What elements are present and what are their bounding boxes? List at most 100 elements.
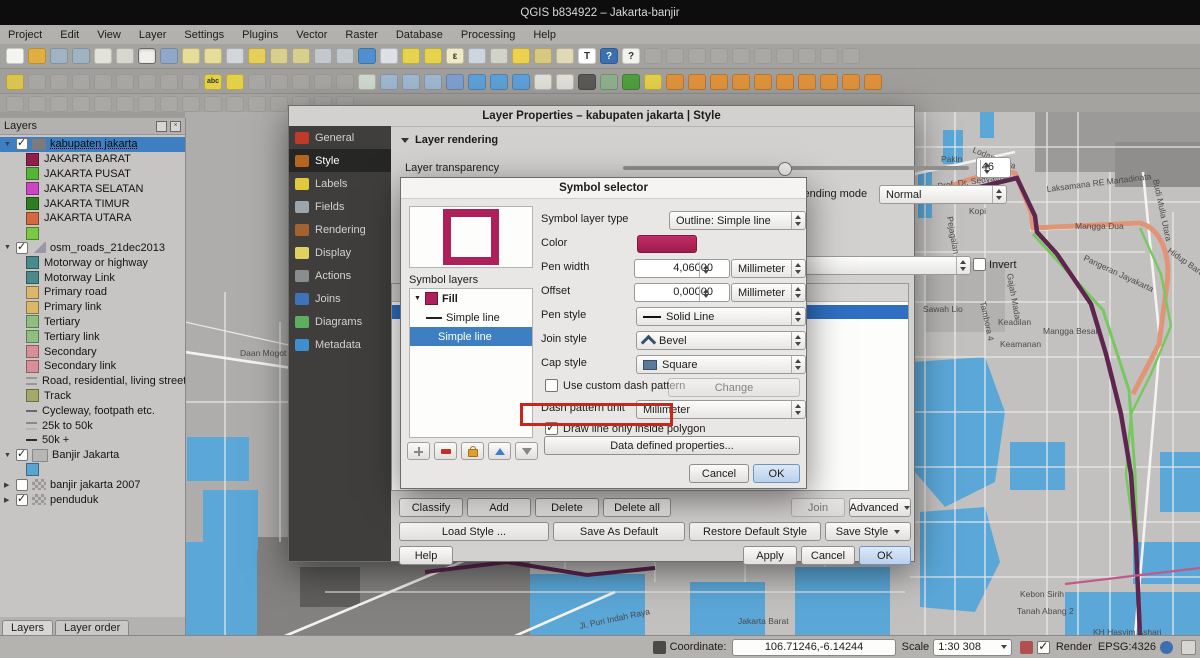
layer-row[interactable]: ▼Banjir Jakarta [0, 448, 185, 463]
attribute-table-icon[interactable] [468, 48, 486, 64]
spinner-arrows[interactable] [791, 332, 805, 349]
show-bookmarks-icon[interactable] [556, 48, 574, 64]
symbol-ok-button[interactable]: OK [753, 464, 800, 483]
labeling-icon[interactable]: abc [204, 74, 222, 90]
layer-checkbox[interactable] [16, 449, 28, 461]
labeling-options-icon[interactable] [226, 74, 244, 90]
spinner-arrows[interactable] [980, 160, 994, 177]
save-as-icon[interactable] [72, 48, 90, 64]
grass-tool-1-icon[interactable] [666, 74, 684, 90]
add-spatialite-layer-icon[interactable] [424, 74, 442, 90]
add-wms-layer-icon[interactable] [468, 74, 486, 90]
add-wfs-layer-icon[interactable] [512, 74, 530, 90]
layer-row[interactable]: JAKARTA TIMUR [0, 196, 185, 211]
layer-row[interactable]: 25k to 50k [0, 418, 185, 433]
zoom-native-icon[interactable] [226, 48, 244, 64]
add-mssql-layer-icon[interactable] [446, 74, 464, 90]
add-wcs-layer-icon[interactable] [490, 74, 508, 90]
menu-edit[interactable]: Edit [60, 29, 79, 41]
zoom-in-icon[interactable] [182, 48, 200, 64]
layer-row[interactable]: ▶banjir jakarta 2007 [0, 477, 185, 492]
zoom-last-icon[interactable] [314, 48, 332, 64]
properties-tab-fields[interactable]: Fields [289, 195, 391, 218]
layer-row[interactable]: ▼kabupaten jakarta [0, 137, 185, 152]
delete-button[interactable]: Delete [535, 498, 599, 517]
layer-row[interactable]: Track [0, 389, 185, 404]
grass-tool-9-icon[interactable] [842, 74, 860, 90]
pen-width-spinbox[interactable]: 4,06000 [634, 259, 730, 278]
zoom-next-icon[interactable] [336, 48, 354, 64]
move-up-button[interactable] [488, 442, 511, 460]
properties-tab-general[interactable]: General [289, 126, 391, 149]
toggle-editing-icon[interactable] [6, 74, 24, 90]
layer-row[interactable]: JAKARTA SELATAN [0, 181, 185, 196]
python-console-icon[interactable] [644, 74, 662, 90]
layer-row[interactable]: ▶penduduk [0, 492, 185, 507]
properties-tab-display[interactable]: Display [289, 241, 391, 264]
layer-row[interactable]: 50k + [0, 433, 185, 448]
crs-status-icon[interactable] [1160, 641, 1173, 654]
layer-row[interactable]: Motorway or highway [0, 255, 185, 270]
save-icon[interactable] [50, 48, 68, 64]
properties-tab-diagrams[interactable]: Diagrams [289, 310, 391, 333]
offset-unit-select[interactable]: Millimeter [731, 283, 806, 302]
properties-tab-labels[interactable]: Labels [289, 172, 391, 195]
menu-plugins[interactable]: Plugins [242, 29, 278, 41]
transparency-spinbox[interactable]: 46 [976, 157, 1011, 178]
add-vector-layer-icon[interactable] [358, 74, 376, 90]
advanced-button[interactable]: Advanced [849, 498, 911, 517]
raster-calculator-icon[interactable] [600, 74, 618, 90]
layer-row[interactable]: Tertiary link [0, 329, 185, 344]
spinner-arrows[interactable] [699, 286, 713, 301]
properties-tab-metadata[interactable]: Metadata [289, 333, 391, 356]
menu-project[interactable]: Project [8, 29, 42, 41]
add-button[interactable]: Add [467, 498, 531, 517]
expander-icon[interactable]: ▼ [4, 452, 16, 459]
zoom-out-icon[interactable] [204, 48, 222, 64]
menu-help[interactable]: Help [533, 29, 556, 41]
add-postgis-layer-icon[interactable] [402, 74, 420, 90]
panel-close-icon[interactable]: × [170, 121, 181, 132]
help-button[interactable]: Help [399, 546, 453, 565]
render-checkbox[interactable] [1037, 641, 1050, 654]
composer-manager-icon[interactable] [116, 48, 134, 64]
magnifier-icon[interactable] [1020, 641, 1033, 654]
pan-map-icon[interactable] [138, 48, 156, 64]
move-down-button[interactable] [515, 442, 538, 460]
grass-tool-2-icon[interactable] [688, 74, 706, 90]
transparency-slider-handle[interactable] [778, 162, 792, 176]
lock-symbol-layer-button[interactable] [461, 442, 484, 460]
folder-open-icon[interactable] [28, 48, 46, 64]
deselect-all-icon[interactable] [424, 48, 442, 64]
zoom-to-selection-icon[interactable] [292, 48, 310, 64]
symbol-layer-type-select[interactable]: Outline: Simple line [669, 211, 806, 230]
layer-row[interactable] [0, 226, 185, 241]
grass-tool-3-icon[interactable] [710, 74, 728, 90]
new-shapefile-icon[interactable] [534, 74, 552, 90]
whats-this-icon[interactable]: ? [622, 48, 640, 64]
log-messages-icon[interactable] [1181, 640, 1196, 655]
custom-dash-checkbox[interactable] [545, 379, 558, 392]
layer-checkbox[interactable] [16, 242, 28, 254]
pan-to-selection-icon[interactable] [160, 48, 178, 64]
invert-checkbox[interactable] [973, 258, 986, 271]
layer-row[interactable]: JAKARTA UTARA [0, 211, 185, 226]
help-contents-icon[interactable]: ? [600, 48, 618, 64]
file-new-icon[interactable] [6, 48, 24, 64]
zoom-full-icon[interactable] [248, 48, 266, 64]
new-bookmark-icon[interactable] [534, 48, 552, 64]
select-expression-icon[interactable]: ε [446, 48, 464, 64]
layer-checkbox[interactable] [16, 138, 28, 150]
layer-row[interactable] [0, 463, 185, 478]
feature-blend-select[interactable]: Normal [879, 185, 1007, 204]
apply-button[interactable]: Apply [743, 546, 797, 565]
spinner-arrows[interactable] [791, 212, 805, 229]
menu-raster[interactable]: Raster [345, 29, 377, 41]
color-button[interactable] [637, 235, 697, 253]
new-composer-icon[interactable] [94, 48, 112, 64]
text-annotation-icon[interactable]: T [578, 48, 596, 64]
tab-layers[interactable]: Layers [2, 620, 53, 636]
identify-icon[interactable] [380, 48, 398, 64]
save-as-default-button[interactable]: Save As Default [553, 522, 685, 541]
spinner-arrows[interactable] [992, 186, 1006, 203]
